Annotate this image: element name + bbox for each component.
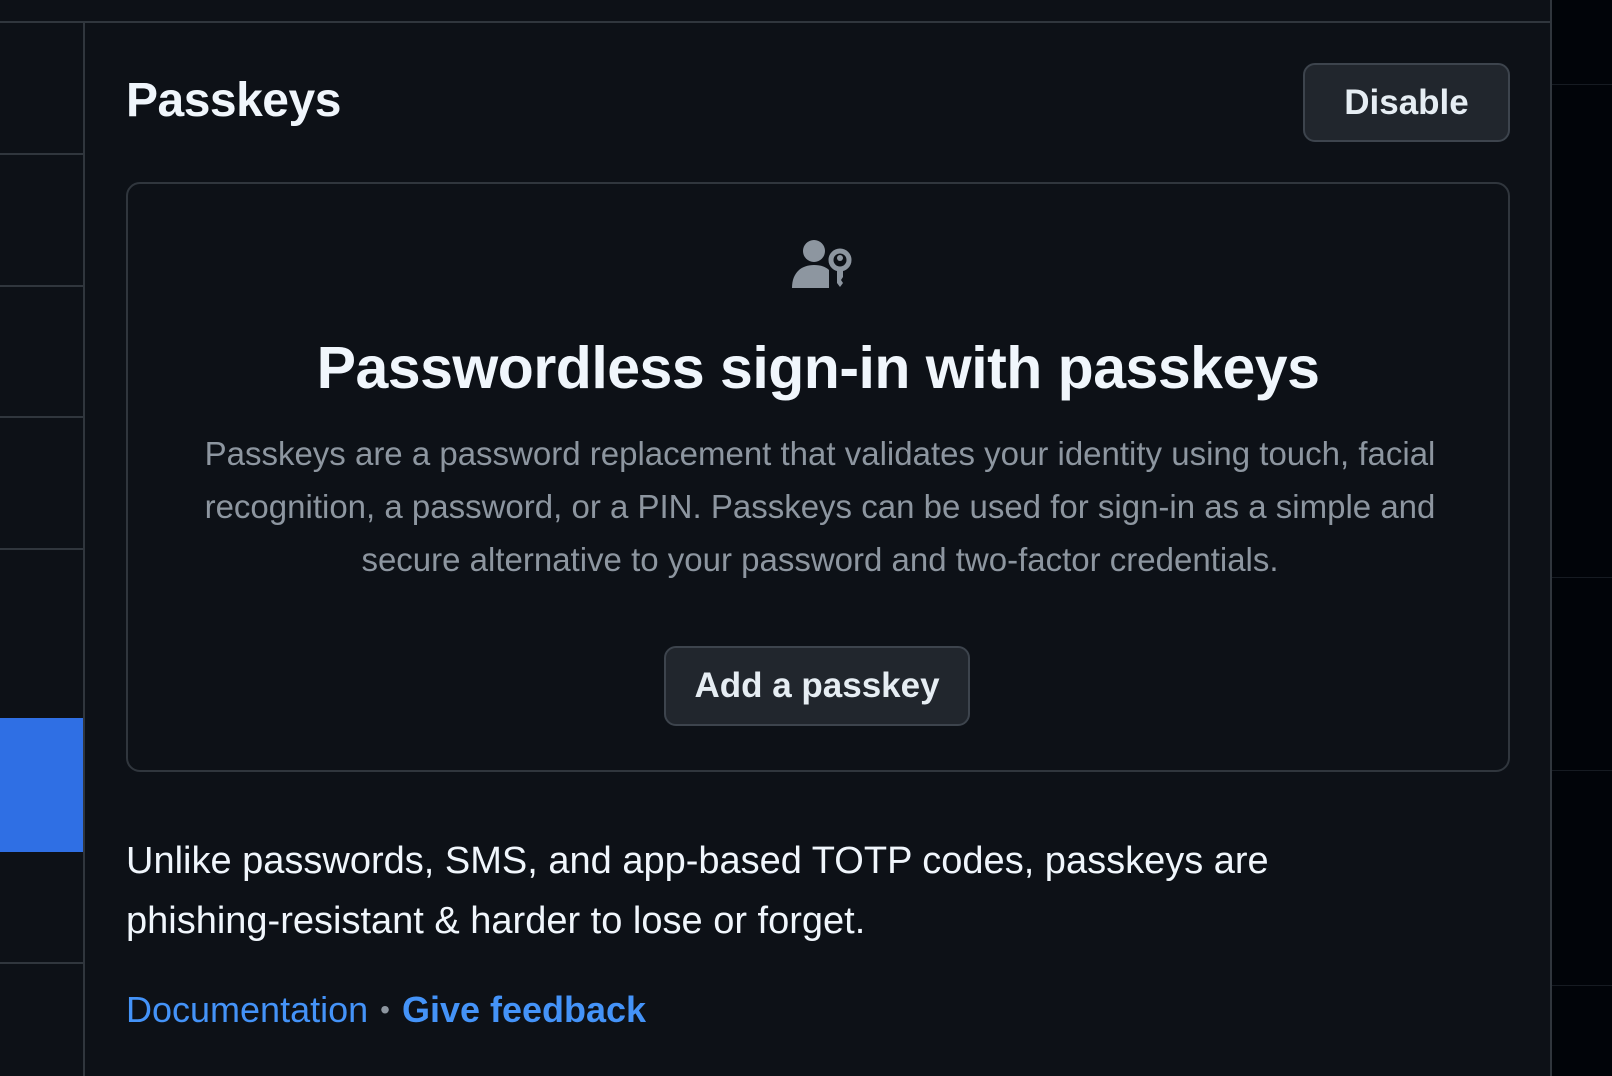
disable-button[interactable]: Disable	[1303, 63, 1510, 142]
documentation-link[interactable]: Documentation	[126, 989, 368, 1031]
give-feedback-link[interactable]: Give feedback	[402, 989, 646, 1031]
section-title: Passkeys	[126, 74, 341, 127]
passkey-icon	[792, 240, 852, 288]
panel-divider	[1552, 770, 1612, 771]
sidebar-item-active[interactable]	[0, 718, 83, 852]
passkeys-blankslate: Passwordless sign-in with passkeys Passk…	[126, 182, 1510, 772]
passkeys-section: Passkeys Disable Passwordless sign-in wi…	[85, 23, 1550, 1076]
left-sidebar	[0, 23, 85, 1076]
passkeys-explanation: Unlike passwords, SMS, and app-based TOT…	[126, 840, 1269, 942]
blankslate-description: Passkeys are a password replacement that…	[204, 435, 1436, 578]
panel-divider	[1552, 985, 1612, 986]
sidebar-divider	[0, 285, 83, 287]
top-bar	[0, 0, 1550, 23]
sidebar-divider	[0, 962, 83, 964]
panel-divider	[1552, 577, 1612, 578]
sidebar-divider	[0, 416, 83, 418]
sidebar-divider	[0, 548, 83, 550]
footer-links: Documentation • Give feedback	[126, 989, 646, 1031]
add-passkey-button[interactable]: Add a passkey	[664, 646, 970, 726]
blankslate-heading: Passwordless sign-in with passkeys	[316, 335, 1320, 401]
right-panel	[1550, 0, 1612, 1076]
panel-divider	[1552, 84, 1612, 85]
sidebar-divider	[0, 153, 83, 155]
link-separator: •	[380, 994, 390, 1025]
